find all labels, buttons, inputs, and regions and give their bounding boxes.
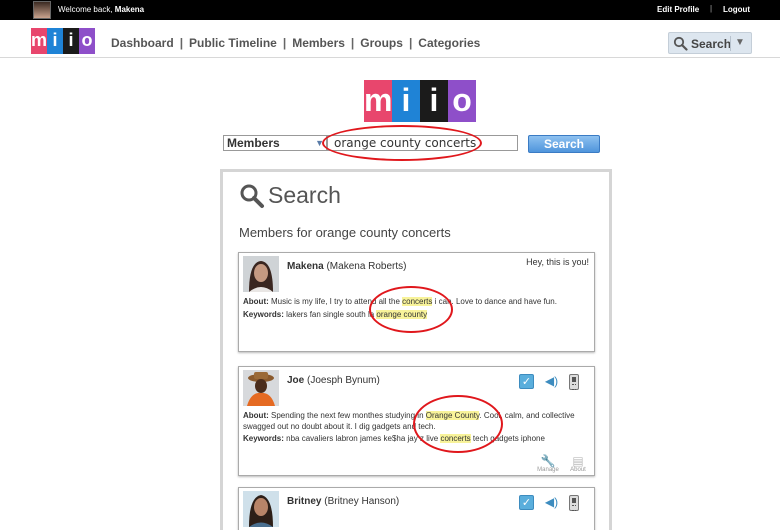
member-username: Britney — [287, 496, 322, 507]
logout-link[interactable]: Logout — [723, 5, 750, 14]
member-avatar[interactable] — [243, 491, 279, 527]
magnifier-icon — [673, 36, 688, 54]
nav-dashboard[interactable]: Dashboard — [111, 36, 174, 50]
member-fullname: (Britney Hanson) — [324, 496, 400, 507]
checkbox-icon[interactable]: ✓ — [519, 495, 534, 510]
results-heading: Members for orange county concerts — [239, 225, 451, 240]
phone-icon[interactable] — [569, 374, 579, 390]
search-scope-value: Members — [227, 136, 280, 150]
welcome-prefix: Welcome back, — [58, 5, 113, 14]
edit-profile-link[interactable]: Edit Profile — [657, 5, 699, 14]
brand-logo-large: m i i o — [364, 80, 476, 122]
annotation-ellipse — [413, 395, 503, 453]
divider — [730, 36, 731, 51]
member-username: Makena — [287, 261, 324, 272]
member-actions: ✓ ◀) — [519, 495, 579, 511]
about-action-label: About — [570, 467, 586, 473]
member-name[interactable]: Joe (Joesph Bynum) — [287, 375, 380, 386]
speaker-icon[interactable]: ◀) — [543, 374, 560, 389]
magnifier-icon — [239, 183, 265, 215]
logo-letter: m — [31, 28, 47, 54]
nav-separator: | — [179, 36, 184, 50]
logo-letter: m — [364, 80, 392, 122]
chevron-down-icon[interactable]: ▼ — [735, 37, 745, 48]
manage-label: Manage — [537, 467, 559, 473]
search-results-panel: Search Members for orange county concert… — [220, 169, 612, 530]
nav-separator: | — [282, 36, 287, 50]
logo-letter: o — [448, 80, 476, 122]
keywords-text: lakers fan single south la — [283, 310, 377, 319]
member-username: Joe — [287, 375, 305, 386]
logo-letter: i — [47, 28, 63, 54]
member-name[interactable]: Makena (Makena Roberts) — [287, 261, 407, 272]
member-keywords: Keywords: nba cavaliers labron james ke$… — [243, 434, 545, 443]
speaker-icon[interactable]: ◀) — [543, 495, 560, 510]
logo-letter: i — [63, 28, 79, 54]
search-submit-button[interactable]: Search — [528, 135, 600, 153]
annotation-ellipse — [369, 286, 453, 333]
top-bar: Welcome back, Makena Edit Profile | Logo… — [0, 0, 780, 20]
main-nav: m i i o Dashboard | Public Timeline | Me… — [0, 20, 780, 58]
id-card-icon: ▤ — [572, 454, 584, 468]
about-text: Spending the next few monthes studying i… — [268, 411, 426, 420]
member-status: Hey, this is you! — [526, 257, 589, 267]
member-name[interactable]: Britney (Britney Hanson) — [287, 496, 399, 507]
phone-icon[interactable] — [569, 495, 579, 511]
topbar-separator: | — [710, 4, 713, 13]
welcome-user-name: Makena — [114, 5, 145, 14]
nav-public-timeline[interactable]: Public Timeline — [189, 36, 277, 50]
nav-search-button[interactable]: Search ▼ — [668, 32, 752, 54]
nav-categories[interactable]: Categories — [418, 36, 480, 50]
search-scope-select[interactable]: Members ▼ — [223, 135, 327, 151]
about-label: About: — [243, 297, 269, 306]
logo-letter: i — [392, 80, 420, 122]
nav-separator: | — [408, 36, 413, 50]
checkbox-icon[interactable]: ✓ — [519, 374, 534, 389]
member-avatar[interactable] — [243, 256, 279, 292]
nav-separator: | — [350, 36, 355, 50]
nav-members[interactable]: Members — [292, 36, 345, 50]
annotation-ellipse — [322, 125, 482, 161]
nav-groups[interactable]: Groups — [360, 36, 403, 50]
member-fullname: (Makena Roberts) — [326, 261, 407, 272]
manage-action[interactable]: 🔧 Manage — [534, 455, 562, 473]
member-fullname: (Joesph Bynum) — [307, 375, 380, 386]
page-title-text: Search — [268, 182, 341, 208]
member-avatar[interactable] — [243, 370, 279, 406]
about-action[interactable]: ▤ About — [564, 455, 592, 473]
welcome-message: Welcome back, Makena — [58, 5, 144, 14]
brand-logo-small[interactable]: m i i o — [31, 28, 95, 54]
keywords-label: Keywords: — [243, 310, 284, 319]
logo-letter: i — [420, 80, 448, 122]
member-card: Britney (Britney Hanson) ✓ ◀) — [238, 487, 595, 530]
nav-links: Dashboard | Public Timeline | Members | … — [111, 36, 480, 50]
nav-search-label: Search — [691, 37, 732, 51]
keywords-label: Keywords: — [243, 434, 284, 443]
about-label: About: — [243, 411, 269, 420]
logo-letter: o — [79, 28, 95, 54]
wrench-icon: 🔧 — [540, 454, 556, 468]
user-avatar[interactable] — [33, 1, 51, 19]
member-actions: ✓ ◀) — [519, 374, 579, 390]
